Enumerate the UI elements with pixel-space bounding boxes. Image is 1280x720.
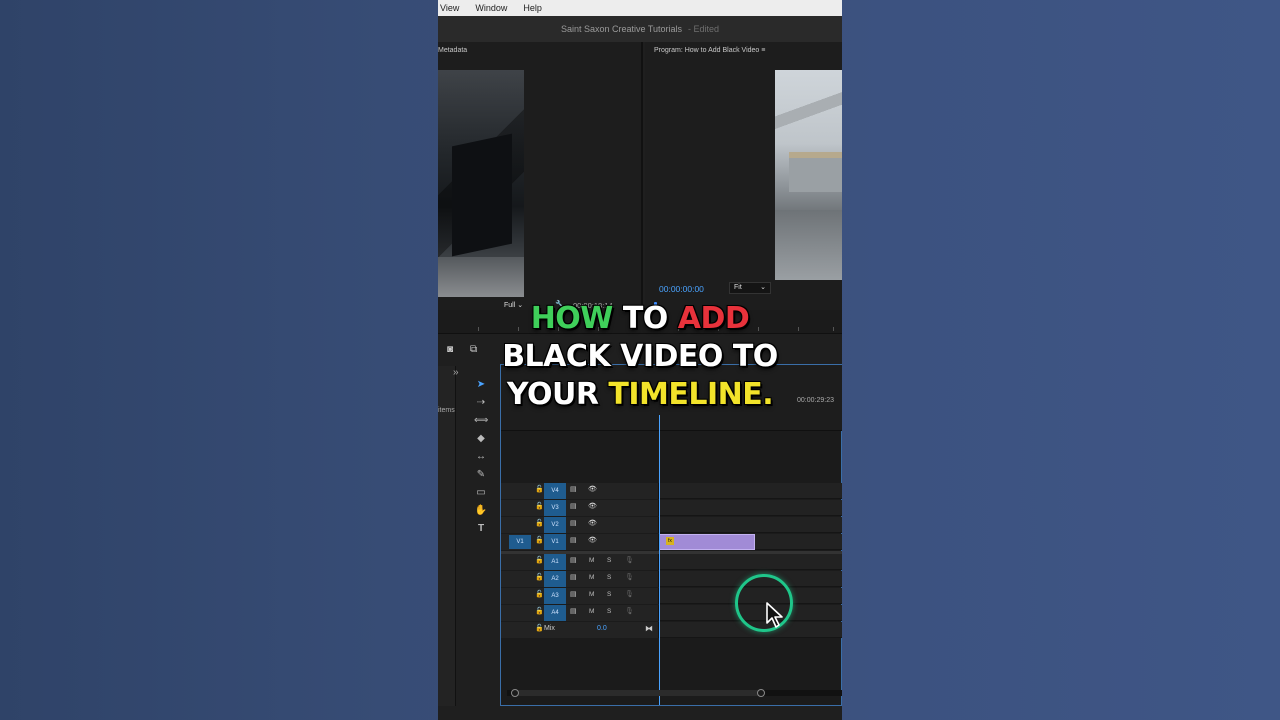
source-patch[interactable]: V1 [509, 535, 531, 549]
project-panel [438, 366, 456, 706]
solo-button[interactable]: S [607, 608, 611, 615]
tab-metadata[interactable]: Metadata [438, 47, 467, 54]
track-a1[interactable]: 🔓 A1 ▤ M S 🎙 [501, 554, 842, 570]
lock-icon[interactable]: 🔓 [535, 607, 544, 615]
track-v1[interactable]: V1 🔓 V1 ▤ 👁 fx [501, 534, 842, 550]
scroll-handle-right[interactable] [757, 689, 765, 697]
lock-icon[interactable]: 🔓 [535, 485, 544, 493]
menu-bar: View Window Help [438, 0, 842, 16]
program-frame-image [775, 70, 842, 280]
timeline-playhead[interactable] [659, 415, 660, 705]
menu-view[interactable]: View [438, 3, 467, 13]
mute-button[interactable]: M [589, 591, 594, 598]
lock-icon[interactable]: 🔓 [535, 573, 544, 581]
mix-label: Mix [544, 625, 555, 632]
pen-icon[interactable]: ✎ [474, 468, 488, 482]
sync-icon[interactable]: ▤ [570, 485, 577, 493]
track-label[interactable]: V3 [544, 500, 566, 516]
timeline-panel: 00:00:29:23 🔓 V4 ▤ 👁 🔓 V3 ▤ 👁 🔓 V2 ▤ 👁 V… [500, 364, 842, 706]
mute-button[interactable]: M [589, 574, 594, 581]
mute-button[interactable]: M [589, 608, 594, 615]
menu-window[interactable]: Window [473, 3, 515, 13]
mic-icon[interactable]: 🎙 [625, 573, 634, 581]
scroll-handle-left[interactable] [511, 689, 519, 697]
track-v2[interactable]: 🔓 V2 ▤ 👁 [501, 517, 842, 533]
sync-icon[interactable]: ▤ [570, 590, 577, 598]
track-v3[interactable]: 🔓 V3 ▤ 👁 [501, 500, 842, 516]
lock-icon[interactable]: 🔓 [535, 624, 544, 632]
rectangle-icon[interactable]: ▭ [474, 486, 488, 500]
source-monitor: Metadata [438, 42, 643, 310]
eye-icon[interactable]: 👁 [588, 485, 597, 493]
window-status: - Edited [688, 24, 720, 34]
track-label[interactable]: A2 [544, 571, 566, 587]
track-area: 🔓 V4 ▤ 👁 🔓 V3 ▤ 👁 🔓 V2 ▤ 👁 V1 🔓 V1 ▤ 👁 f… [501, 483, 842, 643]
lock-icon[interactable]: 🔓 [535, 556, 544, 564]
black-video-clip[interactable]: fx [659, 534, 755, 550]
eye-icon[interactable]: 👁 [588, 519, 597, 527]
ripple-edit-icon[interactable]: ⟺ [474, 414, 488, 428]
sync-icon[interactable]: ▤ [570, 502, 577, 510]
solo-button[interactable]: S [607, 557, 611, 564]
mic-icon[interactable]: 🎙 [625, 556, 634, 564]
mouse-cursor-icon [766, 602, 783, 628]
lock-icon[interactable]: 🔓 [535, 519, 544, 527]
track-label[interactable]: V1 [544, 534, 566, 550]
track-label[interactable]: V2 [544, 517, 566, 533]
mix-end-icon[interactable]: ⧓ [645, 624, 653, 633]
timeline-scrollbar[interactable] [507, 689, 842, 697]
solo-button[interactable]: S [607, 591, 611, 598]
sync-icon[interactable]: ▤ [570, 573, 577, 581]
mic-icon[interactable]: 🎙 [625, 590, 634, 598]
panel-menu-icon: ≡ [761, 47, 766, 54]
track-label[interactable]: A1 [544, 554, 566, 570]
caption-line-1: HOW TO ADD [530, 301, 750, 336]
track-v4[interactable]: 🔓 V4 ▤ 👁 [501, 483, 842, 499]
tab-program[interactable]: Program: How to Add Black Video ≡ [654, 47, 765, 54]
tutorial-caption: HOW TO ADD BLACK VIDEO TO YOUR TIMELINE. [438, 300, 842, 414]
program-timecode[interactable]: 00:00:00:00 [659, 284, 704, 294]
type-icon[interactable]: T [474, 522, 488, 536]
fx-badge: fx [666, 537, 674, 545]
razor-icon[interactable]: ◆ [474, 432, 488, 446]
caption-line-3: YOUR TIMELINE. [506, 377, 774, 412]
window-title: Saint Saxon Creative Tutorials [560, 24, 683, 34]
track-a2[interactable]: 🔓 A2 ▤ M S 🎙 [501, 571, 842, 587]
program-zoom-select[interactable]: Fit ⌄ [729, 282, 771, 294]
menu-help[interactable]: Help [521, 3, 550, 13]
sync-icon[interactable]: ▤ [570, 556, 577, 564]
source-frame-image [438, 70, 524, 297]
hand-icon[interactable]: ✋ [474, 504, 488, 518]
mic-icon[interactable]: 🎙 [625, 607, 634, 615]
track-label[interactable]: A3 [544, 588, 566, 604]
solo-button[interactable]: S [607, 574, 611, 581]
lock-icon[interactable]: 🔓 [535, 590, 544, 598]
track-mix[interactable]: 🔓 Mix 0.0 ⧓ [501, 622, 842, 638]
sync-icon[interactable]: ▤ [570, 519, 577, 527]
sync-icon[interactable]: ▤ [570, 536, 577, 544]
lock-icon[interactable]: 🔓 [535, 536, 544, 544]
mute-button[interactable]: M [589, 557, 594, 564]
track-label[interactable]: V4 [544, 483, 566, 499]
scrollbar-thumb[interactable] [511, 690, 761, 696]
lock-icon[interactable]: 🔓 [535, 502, 544, 510]
caption-line-2: BLACK VIDEO TO [502, 339, 778, 374]
program-monitor: Program: How to Add Black Video ≡ [645, 42, 842, 310]
mix-value[interactable]: 0.0 [597, 625, 607, 632]
tools-panel: ➤ ⇢ ⟺ ◆ ↔ ✎ ▭ ✋ T [466, 366, 502, 706]
eye-icon[interactable]: 👁 [588, 502, 597, 510]
slip-icon[interactable]: ↔ [474, 450, 488, 464]
title-bar: Saint Saxon Creative Tutorials - Edited [438, 16, 842, 42]
sync-icon[interactable]: ▤ [570, 607, 577, 615]
track-label[interactable]: A4 [544, 605, 566, 621]
eye-icon[interactable]: 👁 [588, 536, 597, 544]
